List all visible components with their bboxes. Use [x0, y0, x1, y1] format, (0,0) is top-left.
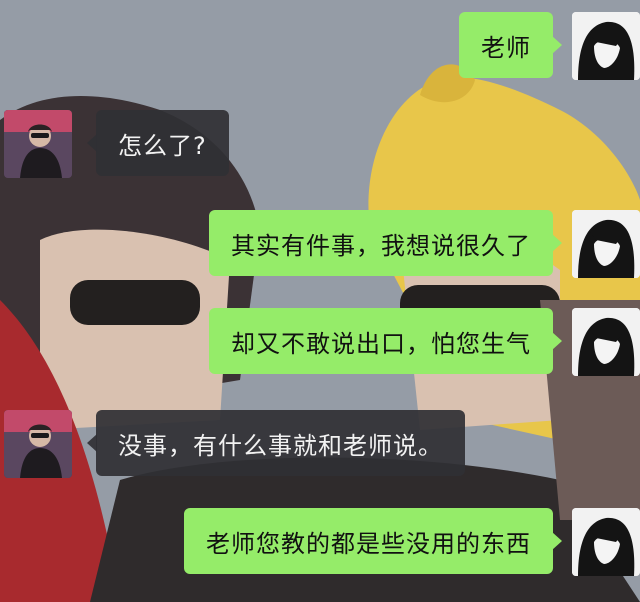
other-avatar[interactable]	[4, 110, 72, 178]
message-text: 怎么了?	[118, 131, 207, 160]
dark-haired-character-icon	[572, 508, 640, 576]
message-bubble-6[interactable]: 老师您教的都是些没用的东西	[184, 508, 562, 574]
other-avatar[interactable]	[4, 410, 72, 478]
message-text: 没事，有什么事就和老师说。	[118, 431, 443, 460]
message-bubble-3[interactable]: 其实有件事，我想说很久了	[209, 210, 562, 276]
message-bubble-2[interactable]: 怎么了?	[87, 110, 229, 176]
dark-haired-character-icon	[572, 12, 640, 80]
message-bubble-4[interactable]: 却又不敢说出口，怕您生气	[209, 308, 562, 374]
person-photo-icon	[4, 110, 72, 178]
message-text: 却又不敢说出口，怕您生气	[231, 329, 531, 358]
dark-haired-character-icon	[572, 210, 640, 278]
message-text: 老师您教的都是些没用的东西	[206, 529, 531, 558]
message-text: 老师	[481, 33, 531, 62]
message-bubble-1[interactable]: 老师	[459, 12, 562, 78]
self-avatar[interactable]	[572, 508, 640, 576]
message-text: 其实有件事，我想说很久了	[231, 231, 531, 260]
self-avatar[interactable]	[572, 12, 640, 80]
dark-haired-character-icon	[572, 308, 640, 376]
message-bubble-5[interactable]: 没事，有什么事就和老师说。	[87, 410, 465, 476]
self-avatar[interactable]	[572, 308, 640, 376]
self-avatar[interactable]	[572, 210, 640, 278]
person-photo-icon	[4, 410, 72, 478]
